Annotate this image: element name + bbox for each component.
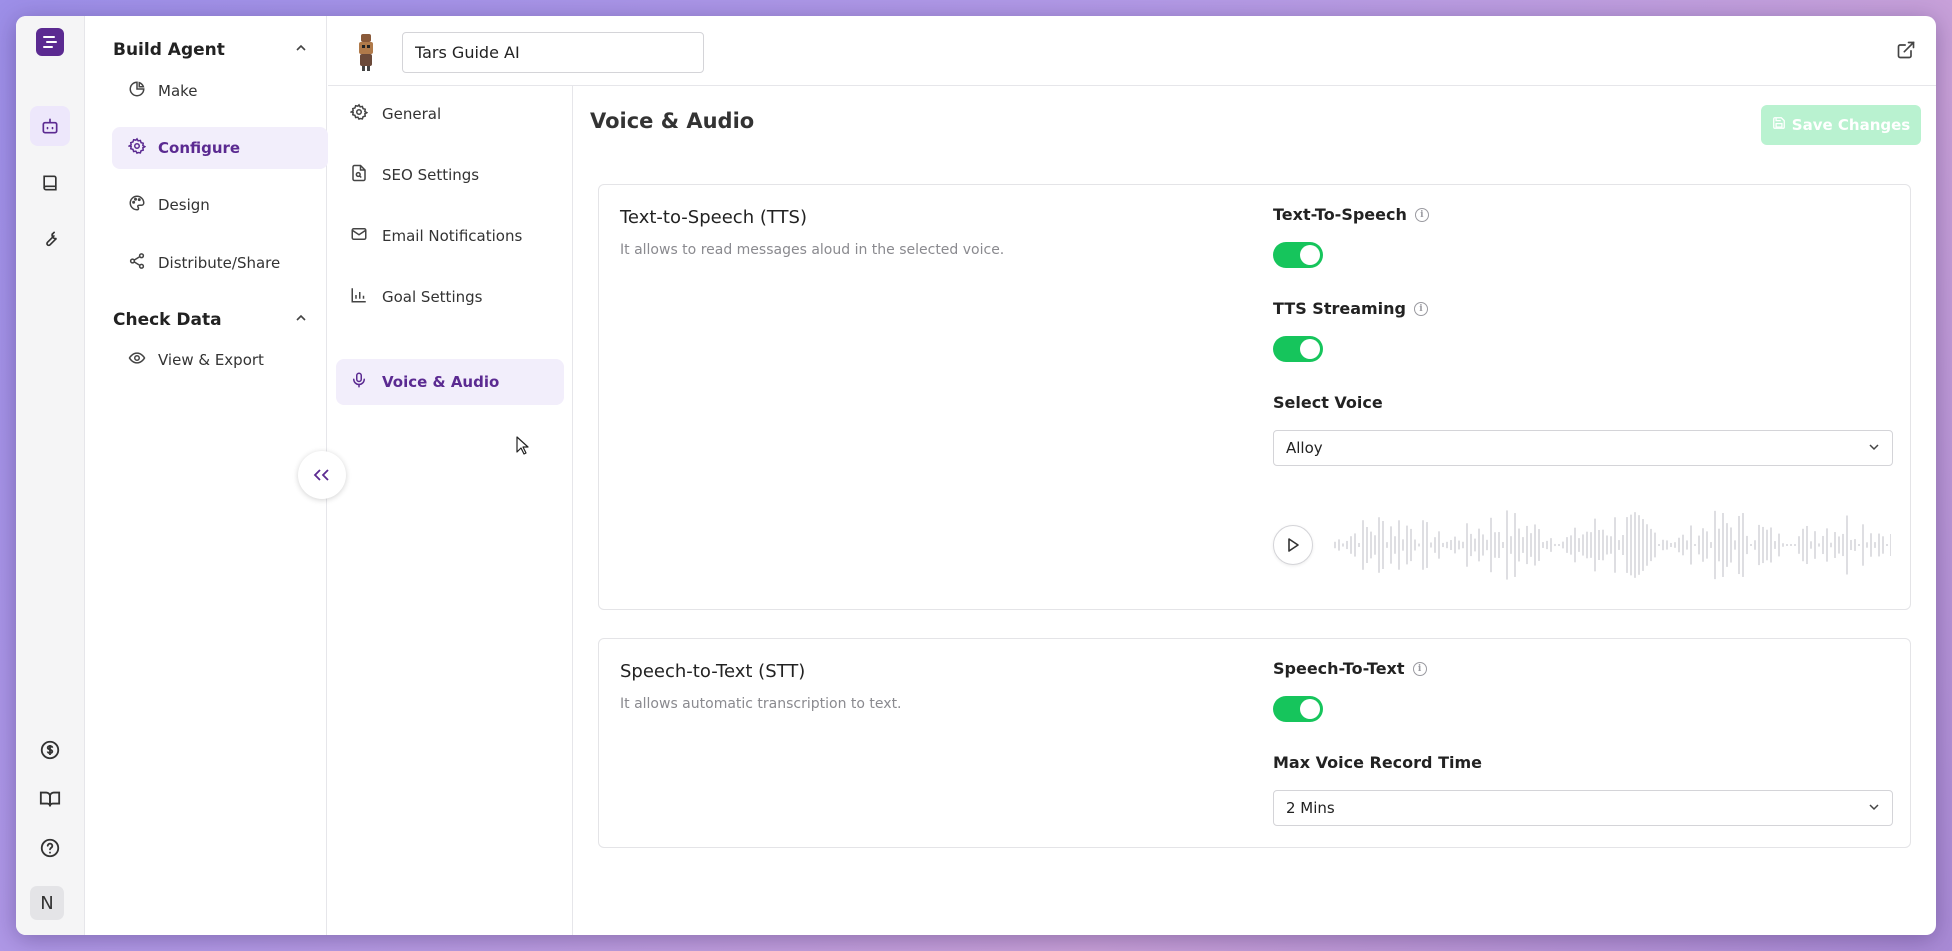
icon-rail: N xyxy=(16,16,85,935)
billing-icon[interactable] xyxy=(30,730,70,770)
select-voice-label: Select Voice xyxy=(1273,393,1383,412)
main-content: Voice & Audio Save Changes Text-to-Speec… xyxy=(574,86,1936,935)
wrench-icon[interactable] xyxy=(30,219,70,259)
tab-label: Voice & Audio xyxy=(382,373,500,391)
mouse-cursor-icon xyxy=(516,436,529,455)
top-bar xyxy=(328,16,1936,86)
stt-description: It allows automatic transcription to tex… xyxy=(620,696,902,712)
play-voice-button[interactable] xyxy=(1273,525,1313,565)
tab-label: Goal Settings xyxy=(382,288,483,306)
tab-label: General xyxy=(382,105,442,123)
stt-title: Speech-to-Text (STT) xyxy=(620,661,806,682)
voice-waveform xyxy=(1334,510,1891,580)
nav-item-label: View & Export xyxy=(158,351,264,369)
voice-select[interactable]: Alloy xyxy=(1273,430,1893,466)
tab-goal-settings[interactable]: Goal Settings xyxy=(336,274,564,320)
stt-toggle-label: Speech-To-Text i xyxy=(1273,659,1427,678)
app-logo-icon[interactable] xyxy=(36,28,64,56)
tab-label: SEO Settings xyxy=(382,166,480,184)
voice-select-value: Alloy xyxy=(1286,439,1323,457)
mail-icon xyxy=(350,225,368,247)
nav-item-label: Distribute/Share xyxy=(158,254,281,272)
max-record-time-select[interactable]: 2 Mins xyxy=(1273,790,1893,826)
nav-section-build-agent[interactable]: Build Agent xyxy=(113,38,308,62)
nav-panel: Build Agent Make Configure Design Distri… xyxy=(85,16,328,935)
tab-label: Email Notifications xyxy=(382,227,523,245)
chevron-up-icon[interactable] xyxy=(294,40,308,60)
share-icon xyxy=(128,252,146,274)
help-icon[interactable] xyxy=(30,828,70,868)
tts-streaming-label-text: TTS Streaming xyxy=(1273,299,1406,318)
nav-item-view-export[interactable]: View & Export xyxy=(112,339,328,381)
nav-section-label: Build Agent xyxy=(113,40,225,60)
info-icon[interactable]: i xyxy=(1414,301,1428,316)
save-button-label: Save Changes xyxy=(1791,116,1911,134)
nav-item-make[interactable]: Make xyxy=(112,70,328,112)
nav-item-label: Make xyxy=(158,82,198,100)
nav-item-label: Design xyxy=(158,196,210,214)
palette-icon xyxy=(128,194,146,216)
page-title: Voice & Audio xyxy=(590,109,755,133)
nav-item-label: Configure xyxy=(158,139,241,157)
save-icon xyxy=(1772,116,1786,134)
tts-card: Text-to-Speech (TTS) It allows to read m… xyxy=(598,184,1911,610)
nav-item-configure[interactable]: Configure xyxy=(112,127,328,169)
book-icon[interactable] xyxy=(30,163,70,203)
chevron-down-icon xyxy=(1868,439,1880,457)
tab-seo-settings[interactable]: SEO Settings xyxy=(336,152,564,198)
tab-voice-audio[interactable]: Voice & Audio xyxy=(336,359,564,405)
docs-icon[interactable] xyxy=(30,779,70,819)
agent-avatar xyxy=(352,32,380,72)
max-record-time-value: 2 Mins xyxy=(1286,799,1335,817)
bar-chart-icon xyxy=(350,286,368,308)
user-avatar[interactable]: N xyxy=(30,886,64,920)
nav-section-check-data[interactable]: Check Data xyxy=(113,308,308,332)
nav-section-label: Check Data xyxy=(113,310,222,330)
nav-item-distribute[interactable]: Distribute/Share xyxy=(112,242,328,284)
save-changes-button[interactable]: Save Changes xyxy=(1761,105,1921,145)
app-window: N Build Agent Make Configure Design Dist… xyxy=(16,16,1936,935)
stt-toggle[interactable] xyxy=(1273,696,1323,722)
tts-toggle[interactable] xyxy=(1273,242,1323,268)
pie-chart-icon xyxy=(128,80,146,102)
chevron-up-icon[interactable] xyxy=(294,310,308,330)
tab-general[interactable]: General xyxy=(336,91,564,137)
agent-icon[interactable] xyxy=(30,106,70,146)
tts-toggle-label-text: Text-To-Speech xyxy=(1273,205,1407,224)
stt-toggle-label-text: Speech-To-Text xyxy=(1273,659,1405,678)
chevron-down-icon xyxy=(1868,799,1880,817)
gear-icon xyxy=(127,137,147,159)
stt-card: Speech-to-Text (STT) It allows automatic… xyxy=(598,638,1911,848)
max-record-time-label-text: Max Voice Record Time xyxy=(1273,753,1482,772)
gear-icon xyxy=(349,103,369,125)
tab-email-notifications[interactable]: Email Notifications xyxy=(336,213,564,259)
max-record-time-label: Max Voice Record Time xyxy=(1273,753,1482,772)
config-submenu: General SEO Settings Email Notifications… xyxy=(328,86,573,935)
tts-title: Text-to-Speech (TTS) xyxy=(620,207,807,228)
tts-toggle-label: Text-To-Speech i xyxy=(1273,205,1429,224)
tts-streaming-label: TTS Streaming i xyxy=(1273,299,1428,318)
tts-description: It allows to read messages aloud in the … xyxy=(620,242,1005,258)
microphone-icon xyxy=(350,371,368,393)
external-link-icon[interactable] xyxy=(1896,40,1918,62)
info-icon[interactable]: i xyxy=(1414,207,1429,222)
collapse-sidebar-button[interactable] xyxy=(298,451,346,499)
file-search-icon xyxy=(350,164,368,186)
nav-item-design[interactable]: Design xyxy=(112,184,328,226)
select-voice-label-text: Select Voice xyxy=(1273,393,1383,412)
tts-streaming-toggle[interactable] xyxy=(1273,336,1323,362)
eye-icon xyxy=(128,349,146,371)
info-icon[interactable]: i xyxy=(1412,661,1427,676)
agent-name-input[interactable] xyxy=(402,32,704,73)
